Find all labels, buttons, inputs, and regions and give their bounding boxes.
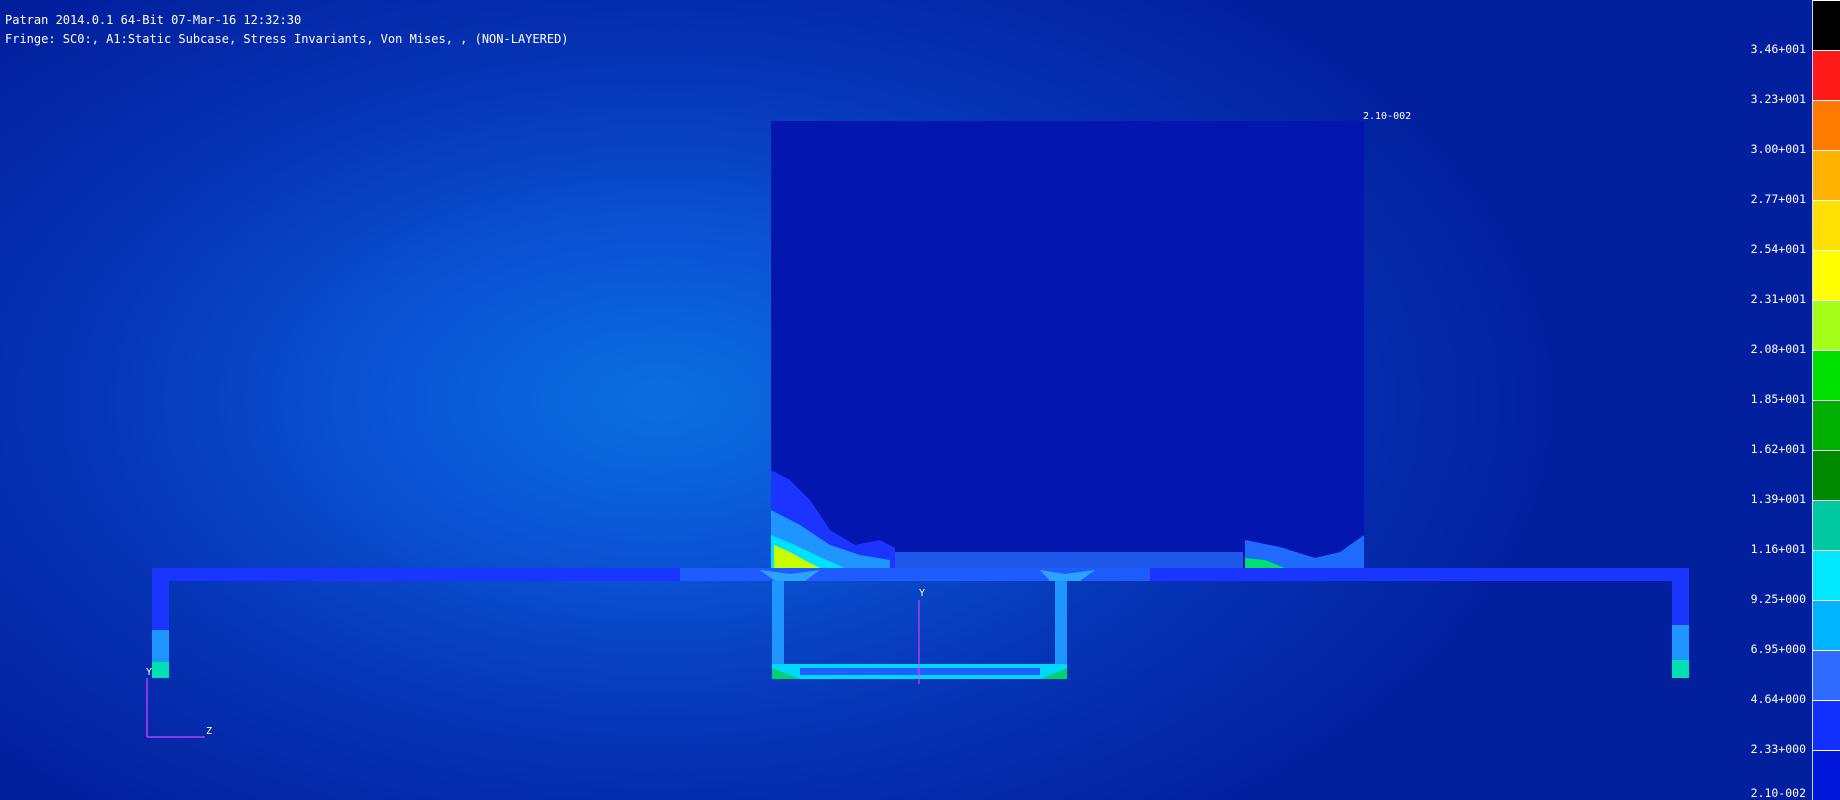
legend-color-block: [1813, 400, 1840, 450]
upper-block: [771, 121, 1364, 569]
left-wall-stress-peak: [152, 662, 169, 678]
legend-value-label: 3.46+001: [1750, 42, 1806, 56]
legend-color-block: [1813, 300, 1840, 350]
legend-value-label: 4.64+000: [1750, 692, 1806, 706]
legend-color-block: [1813, 750, 1840, 800]
legend-value-label: 9.25+000: [1750, 592, 1806, 606]
legend-color-block: [1813, 650, 1840, 700]
legend-value-label: 6.95+000: [1750, 642, 1806, 656]
right-wall-stress-peak: [1672, 660, 1689, 678]
legend-color-block: [1813, 100, 1840, 150]
legend-color-block: [1813, 150, 1840, 200]
legend-color-block: [1813, 550, 1840, 600]
legend-value-label: 1.16+001: [1750, 542, 1806, 556]
model-viewport[interactable]: [0, 0, 1812, 800]
legend-value-label: 2.33+000: [1750, 742, 1806, 756]
legend-color-block: [1813, 350, 1840, 400]
legend-value-label: 2.54+001: [1750, 242, 1806, 256]
triad-y-label: Y: [146, 667, 153, 678]
legend-value-label: 1.62+001: [1750, 442, 1806, 456]
fringe-legend-bar: [1812, 0, 1840, 800]
legend-color-block: [1813, 0, 1840, 50]
triad-z-label: Z: [206, 726, 213, 737]
legend-color-block: [1813, 250, 1840, 300]
legend-value-label: 3.00+001: [1750, 142, 1806, 156]
box-bottom-flange-low: [800, 668, 1040, 675]
legend-color-block: [1813, 700, 1840, 750]
legend-value-label: 2.10-002: [1750, 786, 1806, 800]
legend-value-label: 3.23+001: [1750, 92, 1806, 106]
fe-model: [146, 121, 1689, 738]
max-value-marker: 2.10-002: [1363, 111, 1412, 122]
legend-color-block: [1813, 200, 1840, 250]
legend-color-block: [1813, 500, 1840, 550]
legend-color-block: [1813, 450, 1840, 500]
legend-value-label: 1.85+001: [1750, 392, 1806, 406]
legend-value-label: 2.31+001: [1750, 292, 1806, 306]
legend-value-label: 2.08+001: [1750, 342, 1806, 356]
center-axis-label: Y: [919, 588, 926, 599]
legend-color-block: [1813, 50, 1840, 100]
legend-value-label: 2.77+001: [1750, 192, 1806, 206]
legend-color-block: [1813, 600, 1840, 650]
legend-value-label: 1.39+001: [1750, 492, 1806, 506]
upper-block-base-strip: [893, 552, 1243, 568]
